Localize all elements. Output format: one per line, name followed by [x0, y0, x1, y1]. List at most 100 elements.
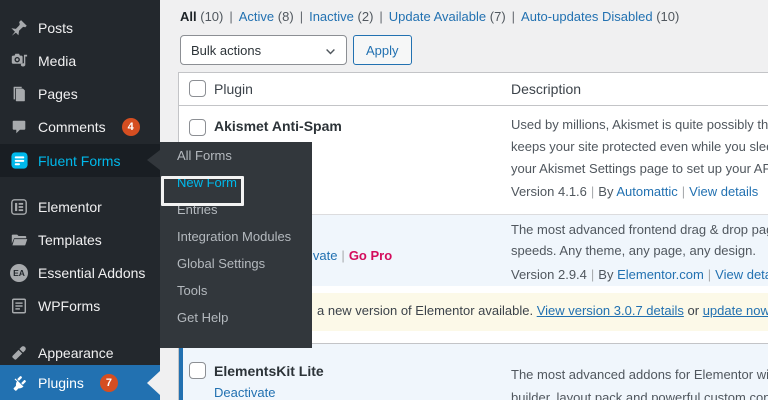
sidebar-item-label: Templates — [38, 231, 102, 248]
submenu-item-all-forms[interactable]: All Forms — [160, 142, 312, 169]
filter-inactive[interactable]: Inactive — [309, 9, 354, 24]
bulk-actions-select[interactable]: Bulk actions — [180, 35, 347, 65]
filter-autoupdates-disabled[interactable]: Auto-updates Disabled — [521, 9, 653, 24]
elementskit-row-checkbox[interactable] — [189, 362, 206, 379]
wordpress-admin-plugins-page: Posts Media Pages Comments 4 Fluent Form… — [0, 0, 768, 400]
new-form-highlight-box — [161, 176, 244, 206]
plugin-description-line: Used by millions, Akismet is quite possi… — [511, 117, 768, 132]
plugins-count-badge: 7 — [99, 373, 118, 392]
update-notice-text: a new version of Elementor available. Vi… — [317, 303, 768, 318]
author-link[interactable]: Automattic — [616, 184, 677, 199]
fluent-forms-icon — [9, 151, 29, 171]
by-text: By — [598, 267, 614, 282]
filter-active[interactable]: Active — [239, 9, 274, 24]
plugin-name: Akismet Anti-Spam — [214, 118, 342, 134]
plugin-meta-line: Version 4.1.6 | By Automattic | View details — [511, 184, 758, 199]
templates-folder-icon — [9, 230, 29, 250]
by-text: By — [598, 184, 614, 199]
ea-monogram: EA — [10, 263, 28, 282]
sidebar-item-wpforms[interactable]: WPForms — [0, 289, 160, 322]
sidebar-item-fluent-forms[interactable]: Fluent Forms — [0, 144, 160, 177]
view-version-details-link[interactable]: View version 3.0.7 details — [537, 303, 684, 318]
sidebar-item-media[interactable]: Media — [0, 44, 160, 77]
sidebar-item-elementor[interactable]: Elementor — [0, 190, 160, 223]
author-link[interactable]: Elementor.com — [617, 267, 704, 282]
plugin-status-filters: All (10) | Active (8) | Inactive (2) | Update … — [180, 9, 679, 24]
filter-separator: | — [299, 9, 304, 24]
view-details-link[interactable]: View details — [715, 267, 768, 282]
plugin-description-line: speeds. Any theme, any page, any design. — [511, 243, 757, 258]
comments-icon — [9, 117, 29, 137]
column-header-plugin: Plugin — [214, 81, 253, 97]
submenu-item-integration-modules[interactable]: Integration Modules — [160, 223, 312, 250]
flyout-arrow — [147, 150, 160, 170]
sidebar-item-label: Pages — [38, 85, 78, 102]
plugin-description-line: The most advanced frontend drag & drop p… — [511, 222, 768, 237]
akismet-row-checkbox[interactable] — [189, 119, 206, 136]
pushpin-icon — [9, 18, 29, 38]
table-row-elementskit: ElementsKit Lite Deactivate The most adv… — [179, 343, 768, 400]
version-text: Version 4.1.6 — [511, 184, 587, 199]
elementor-icon — [9, 197, 29, 217]
filter-autoupdates-disabled-count: (10) — [656, 9, 680, 24]
table-header-row: Plugin Description — [179, 73, 768, 106]
sidebar-item-templates[interactable]: Templates — [0, 223, 160, 256]
sidebar-item-comments[interactable]: Comments 4 — [0, 110, 160, 143]
media-icon — [9, 51, 29, 71]
plugin-description-line: builder, layout pack and powerful custom… — [511, 390, 768, 400]
elementskit-row-actions: Deactivate — [214, 385, 275, 400]
meta-separator: | — [681, 184, 686, 199]
bulk-actions-value: Bulk actions — [191, 42, 262, 58]
comments-count-badge: 4 — [121, 117, 140, 136]
filter-update-available[interactable]: Update Available — [389, 9, 486, 24]
view-details-link[interactable]: View details — [689, 184, 758, 199]
filter-separator: | — [511, 9, 516, 24]
submenu-item-tools[interactable]: Tools — [160, 277, 312, 304]
meta-separator: | — [707, 267, 712, 282]
submenu-item-get-help[interactable]: Get Help — [160, 304, 312, 331]
plugin-description-line: your Akismet Settings page to set up you… — [511, 161, 768, 176]
filter-all[interactable]: All — [180, 9, 197, 24]
plugins-plug-icon — [9, 373, 29, 393]
sidebar-item-label: Appearance — [38, 344, 114, 361]
filter-inactive-count: (2) — [357, 9, 374, 24]
fluent-forms-submenu: All Forms New Form Entries Integration M… — [147, 142, 312, 348]
version-text: Version 2.9.4 — [511, 267, 587, 282]
notice-or: or — [687, 303, 700, 318]
essential-addons-icon: EA — [9, 263, 29, 283]
sidebar-item-label: Media — [38, 52, 77, 69]
submenu-item-global-settings[interactable]: Global Settings — [160, 250, 312, 277]
wpforms-icon — [9, 296, 29, 316]
apply-button[interactable]: Apply — [353, 35, 412, 65]
plugin-description-line: The most advanced addons for Elementor w… — [511, 367, 768, 382]
sidebar-item-label: Fluent Forms — [38, 152, 121, 169]
meta-separator: | — [590, 184, 595, 199]
meta-separator: | — [590, 267, 595, 282]
action-separator: | — [341, 248, 345, 263]
sidebar-item-label: Elementor — [38, 198, 102, 215]
update-now-link[interactable]: update now — [703, 303, 768, 318]
plugin-name: ElementsKit Lite — [214, 363, 324, 379]
sidebar-item-essential-addons[interactable]: EA Essential Addons — [0, 256, 160, 289]
filter-separator: | — [229, 9, 233, 24]
select-all-checkbox[interactable] — [189, 80, 206, 97]
sidebar-item-pages[interactable]: Pages — [0, 77, 160, 110]
plugin-meta-line: Version 2.9.4|By Elementor.com|View deta… — [511, 267, 768, 282]
appearance-brush-icon — [9, 343, 29, 363]
column-header-description: Description — [511, 81, 582, 97]
filter-all-count: (10) — [200, 9, 224, 24]
sidebar-item-plugins[interactable]: Plugins 7 — [0, 365, 160, 400]
sidebar-item-label: WPForms — [38, 297, 101, 314]
sidebar-item-label: Comments — [38, 118, 106, 135]
pages-icon — [9, 84, 29, 104]
sidebar-item-label: Posts — [38, 19, 74, 36]
chevron-down-icon — [324, 45, 337, 61]
current-menu-arrow — [147, 370, 160, 395]
admin-sidebar: Posts Media Pages Comments 4 Fluent Form… — [0, 0, 160, 400]
notice-message: a new version of Elementor available. — [317, 303, 534, 318]
plugin-description-line: keeps your site protected even while you… — [511, 139, 768, 154]
sidebar-item-posts[interactable]: Posts — [0, 11, 160, 44]
go-pro-link[interactable]: Go Pro — [349, 248, 392, 263]
sidebar-item-label: Essential Addons — [38, 264, 146, 281]
deactivate-link[interactable]: Deactivate — [214, 385, 275, 400]
